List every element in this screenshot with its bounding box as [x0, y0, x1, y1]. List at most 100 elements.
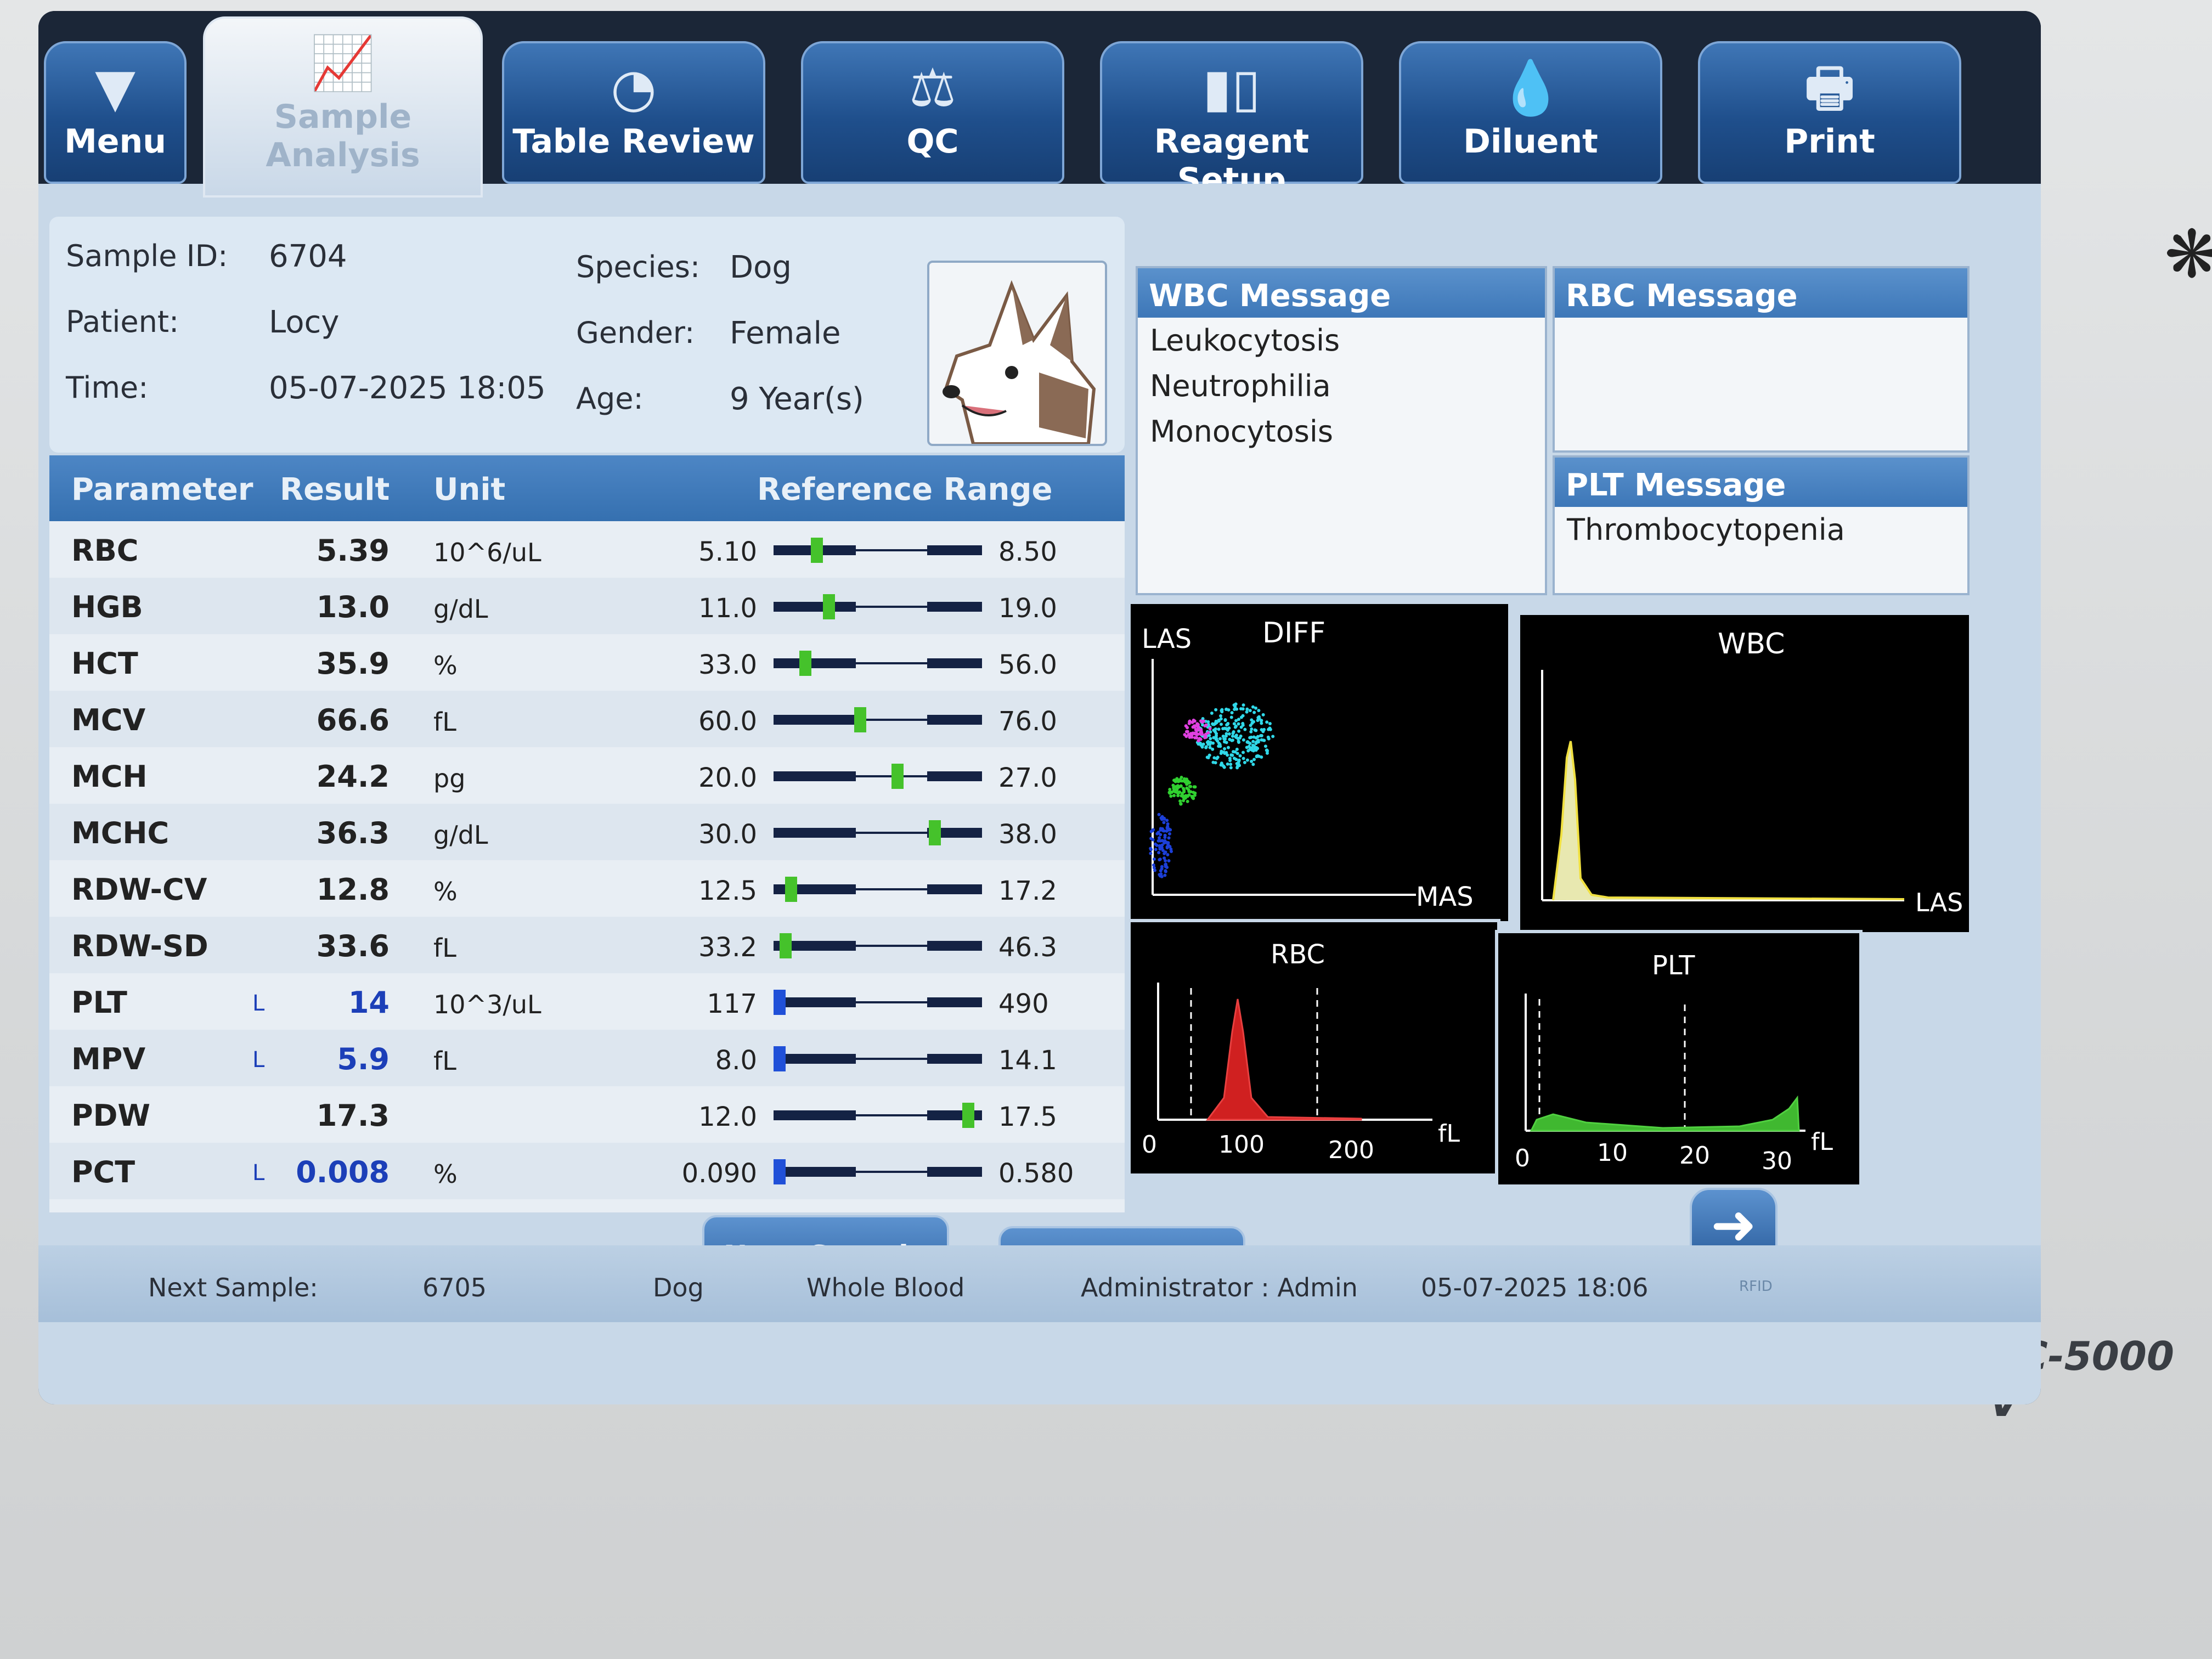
diff-point — [1253, 728, 1257, 732]
tab-reagent-setup[interactable]: ▮▯ Reagent Setup — [1100, 41, 1363, 199]
tab-table-review[interactable]: ◔ Table Review — [502, 41, 765, 184]
diff-point — [1237, 758, 1241, 762]
diff-point — [1236, 737, 1240, 741]
tab-menu[interactable]: ▼ Menu — [44, 41, 187, 184]
diff-point — [1159, 869, 1163, 873]
diff-point — [1209, 737, 1212, 741]
diff-point — [1249, 730, 1253, 733]
diff-point — [1246, 740, 1250, 744]
diff-point — [1149, 851, 1153, 855]
range-bar — [774, 651, 982, 676]
range-marker — [891, 764, 904, 789]
age: 9 Year(s) — [730, 381, 864, 417]
diff-point — [1226, 729, 1229, 732]
plt-tick: 30 — [1762, 1147, 1792, 1175]
range-bar — [774, 1159, 982, 1184]
range-marker — [962, 1103, 974, 1128]
tab-print[interactable]: 🖶 Print — [1698, 41, 1961, 184]
diff-point — [1176, 794, 1180, 798]
diff-point — [1232, 757, 1236, 760]
diff-point — [1199, 731, 1203, 735]
diff-point — [1268, 721, 1272, 725]
sample-analysis-view: Sample ID: 6704 Patient: Locy Time: 05-0… — [38, 184, 2041, 1404]
diff-point — [1248, 747, 1252, 751]
diff-point — [1203, 736, 1207, 740]
table-row: HGB 13.0 g/dL 11.0 19.0 — [49, 578, 1125, 634]
diff-point — [1211, 722, 1215, 726]
diff-point — [1179, 785, 1183, 788]
header-reference-range: Reference Range — [757, 472, 1053, 507]
row-result: 33.6 — [316, 929, 390, 963]
diff-point — [1252, 758, 1256, 761]
row-unit: g/dL — [433, 594, 488, 624]
tab-label: Sample Analysis — [266, 98, 420, 174]
diff-point — [1183, 733, 1187, 737]
row-range-low: 117 — [707, 989, 757, 1019]
rbc-histogram: RBC 0 100 200 fL — [1127, 919, 1500, 1177]
menu-triangle-icon: ▼ — [95, 57, 136, 119]
sample-id: 6704 — [269, 239, 347, 274]
diff-point — [1237, 740, 1240, 743]
row-range-high: 19.0 — [998, 593, 1057, 624]
sample-info-panel: Sample ID: 6704 Patient: Locy Time: 05-0… — [49, 217, 1125, 453]
diff-point — [1228, 737, 1232, 741]
diff-point — [1181, 794, 1185, 798]
diff-point — [1251, 705, 1255, 709]
diff-point — [1232, 703, 1236, 707]
diff-point — [1187, 789, 1191, 793]
range-bar — [774, 990, 982, 1015]
diff-point — [1156, 839, 1160, 843]
diff-point — [1265, 748, 1269, 752]
diff-point — [1185, 786, 1189, 790]
diff-point — [1162, 821, 1166, 825]
range-marker — [928, 820, 941, 845]
diff-point — [1188, 720, 1192, 724]
tab-qc[interactable]: ⚖ QC — [801, 41, 1064, 184]
row-result: 5.9 — [337, 1042, 390, 1076]
range-marker — [799, 651, 811, 676]
diff-point — [1195, 722, 1199, 726]
diff-point — [1260, 755, 1263, 759]
tab-label: Menu — [64, 122, 166, 161]
tab-diluent[interactable]: 💧 Diluent — [1399, 41, 1662, 184]
diff-point — [1234, 724, 1238, 728]
diff-point — [1172, 778, 1176, 782]
gender: Female — [730, 315, 841, 351]
diff-point — [1238, 754, 1242, 758]
diff-point — [1222, 737, 1226, 741]
patient-label: Patient: — [66, 304, 179, 339]
row-range-low: 8.0 — [715, 1045, 757, 1076]
table-header: Parameter Result Unit Reference Range — [49, 455, 1125, 521]
diff-point — [1208, 727, 1212, 731]
tab-sample-analysis[interactable]: 📈 Sample Analysis — [203, 16, 483, 198]
rfid-icon: RFID — [1739, 1278, 1773, 1295]
diff-point — [1195, 736, 1199, 740]
diff-point — [1242, 751, 1245, 754]
row-range-low: 33.2 — [698, 932, 757, 963]
row-range-high: 17.2 — [998, 876, 1057, 906]
diff-point — [1242, 703, 1245, 707]
row-result: 13.0 — [316, 590, 390, 624]
row-range-high: 490 — [998, 989, 1049, 1019]
diff-point — [1197, 739, 1200, 743]
diff-point — [1245, 758, 1249, 762]
row-unit: 10^6/uL — [433, 538, 541, 567]
table-body: RBC 5.39 10^6/uL 5.10 8.50 HGB 13.0 g/dL 11.0 19.… — [49, 521, 1125, 1207]
diff-point — [1262, 727, 1266, 731]
diff-point — [1215, 732, 1218, 736]
plt-message-title: PLT Message — [1555, 458, 1967, 507]
diff-point — [1229, 766, 1233, 770]
diff-point — [1256, 747, 1260, 751]
diff-point — [1215, 757, 1218, 760]
row-range-high: 8.50 — [998, 537, 1057, 567]
diff-point — [1261, 738, 1265, 742]
diff-point — [1214, 708, 1218, 712]
plt-tick: 10 — [1597, 1139, 1628, 1167]
diff-point — [1167, 859, 1171, 862]
diff-point — [1250, 721, 1254, 725]
diff-point — [1204, 723, 1208, 727]
row-range-low: 0.090 — [681, 1158, 757, 1189]
diff-point — [1189, 733, 1193, 737]
diff-point — [1166, 853, 1170, 857]
diff-point — [1214, 727, 1217, 731]
